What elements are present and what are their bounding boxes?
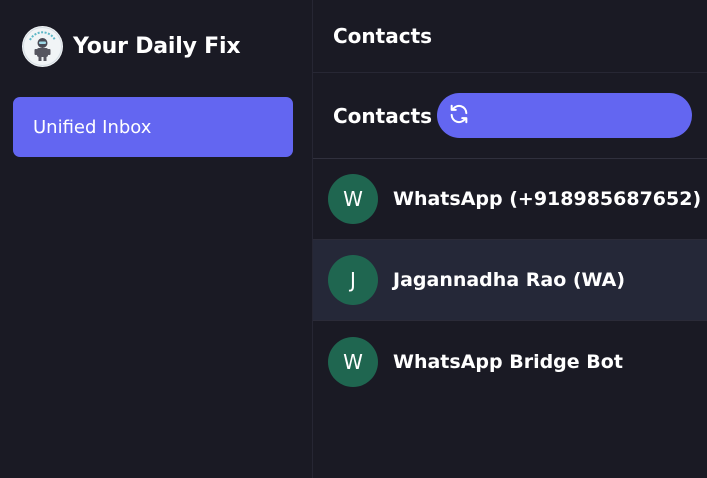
contact-name: Jagannadha Rao (WA) [393,269,626,291]
contact-row[interactable]: W WhatsApp (+918985687652) [313,159,707,240]
contact-name: WhatsApp (+918985687652) [393,188,702,210]
refresh-button[interactable] [437,93,692,138]
refresh-icon [448,103,470,129]
app-window: Your Daily Fix Unified Inbox Contacts Co… [0,0,707,478]
contact-row[interactable]: W WhatsApp Bridge Bot [313,321,707,402]
sidebar-item-label: Unified Inbox [33,116,152,138]
contact-list: W WhatsApp (+918985687652) J Jagannadha … [313,159,707,402]
brand-title: Your Daily Fix [73,34,241,59]
section-title: Contacts [333,103,433,128]
page-header: Contacts [313,0,707,73]
contacts-panel: Contacts Contacts W WhatsApp (+918985687… [313,0,707,478]
avatar: W [328,174,378,224]
contacts-toolbar: Contacts [313,73,707,159]
avatar: W [328,336,378,387]
contact-row[interactable]: J Jagannadha Rao (WA) [313,240,707,321]
contact-name: WhatsApp Bridge Bot [393,350,623,373]
sidebar: Your Daily Fix Unified Inbox [0,0,313,478]
robot-logo-icon [22,26,63,67]
brand: Your Daily Fix [22,26,241,67]
sidebar-item-unified-inbox[interactable]: Unified Inbox [13,97,293,157]
page-title: Contacts [333,24,433,48]
avatar: J [328,255,378,305]
